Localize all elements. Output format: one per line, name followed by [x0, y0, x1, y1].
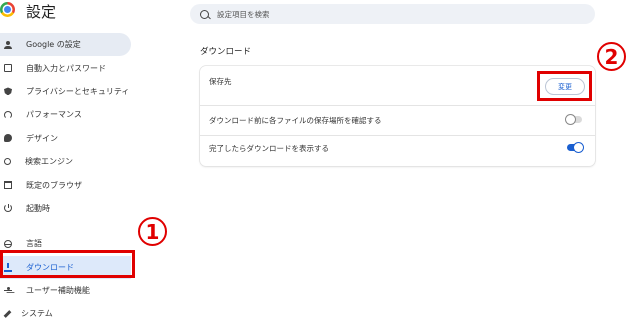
sidebar-item-label: 既定のブラウザ	[26, 180, 82, 190]
sidebar-item-performance[interactable]: パフォーマンス	[0, 103, 131, 126]
power-icon	[4, 204, 12, 213]
sidebar-item-autofill[interactable]: 自動入力とパスワード	[0, 56, 131, 79]
sidebar-item-accessibility[interactable]: ユーザー補助機能	[0, 279, 131, 302]
person-icon	[4, 40, 12, 49]
sidebar-item-system[interactable]: システム	[0, 302, 131, 325]
sidebar-item-on-startup[interactable]: 起動時	[0, 197, 131, 220]
sidebar-item-search-engine[interactable]: 検索エンジン	[0, 150, 131, 173]
sidebar-item-label: デザイン	[26, 133, 58, 143]
show-downloads-label: 完了したらダウンロードを表示する	[209, 144, 329, 153]
sidebar-item-label: 検索エンジン	[25, 157, 73, 167]
ask-where-label: ダウンロード前に各ファイルの保存場所を確認する	[209, 116, 382, 125]
divider	[200, 135, 595, 136]
speedometer-icon	[4, 110, 12, 119]
divider	[200, 105, 595, 106]
toggle-knob	[574, 143, 583, 152]
sidebar-item-label: パフォーマンス	[26, 110, 82, 120]
sidebar-item-appearance[interactable]: デザイン	[0, 127, 131, 150]
sidebar-item-privacy[interactable]: プライバシーとセキュリティ	[0, 80, 131, 103]
sidebar-item-default-browser[interactable]: 既定のブラウザ	[0, 173, 131, 196]
sidebar-nav: Google の設定 自動入力とパスワード プライバシーとセキュリティ パフォー…	[0, 33, 131, 326]
shield-icon	[4, 87, 12, 96]
settings-search-bar[interactable]	[190, 4, 595, 24]
download-location-label: 保存先	[209, 77, 232, 86]
browser-icon	[4, 181, 12, 190]
sidebar-item-label: 自動入力とパスワード	[26, 63, 106, 73]
highlight-box-downloads	[0, 250, 135, 278]
search-icon	[200, 9, 209, 19]
sidebar-item-label: ユーザー補助機能	[26, 286, 90, 296]
globe-icon	[4, 239, 12, 248]
sidebar-item-label: プライバシーとセキュリティ	[26, 86, 130, 96]
highlight-box-change-button	[537, 71, 592, 101]
page-title: 設定	[26, 3, 57, 21]
chrome-logo-icon	[0, 2, 15, 17]
sidebar-item-google-settings[interactable]: Google の設定	[0, 33, 131, 57]
sidebar-item-label: システム	[21, 309, 53, 319]
settings-search-input[interactable]	[215, 8, 569, 20]
accessibility-icon	[4, 286, 12, 295]
show-downloads-toggle[interactable]	[567, 143, 583, 152]
search-icon	[4, 158, 11, 166]
downloads-settings-card: 保存先 ダウンロード前に各ファイルの保存場所を確認する 完了したらダウンロードを…	[200, 66, 595, 166]
sidebar-item-label: Google の設定	[26, 40, 81, 50]
wrench-icon	[3, 310, 12, 318]
palette-icon	[4, 134, 12, 143]
section-title-downloads: ダウンロード	[200, 47, 252, 57]
step-1-badge: 1	[138, 217, 167, 246]
sidebar-item-label: 起動時	[26, 203, 50, 213]
toggle-knob	[566, 115, 575, 124]
clipboard-icon	[4, 64, 12, 73]
ask-where-toggle[interactable]	[566, 115, 582, 124]
sidebar-item-label: 言語	[26, 239, 42, 249]
step-2-badge: 2	[597, 42, 626, 71]
